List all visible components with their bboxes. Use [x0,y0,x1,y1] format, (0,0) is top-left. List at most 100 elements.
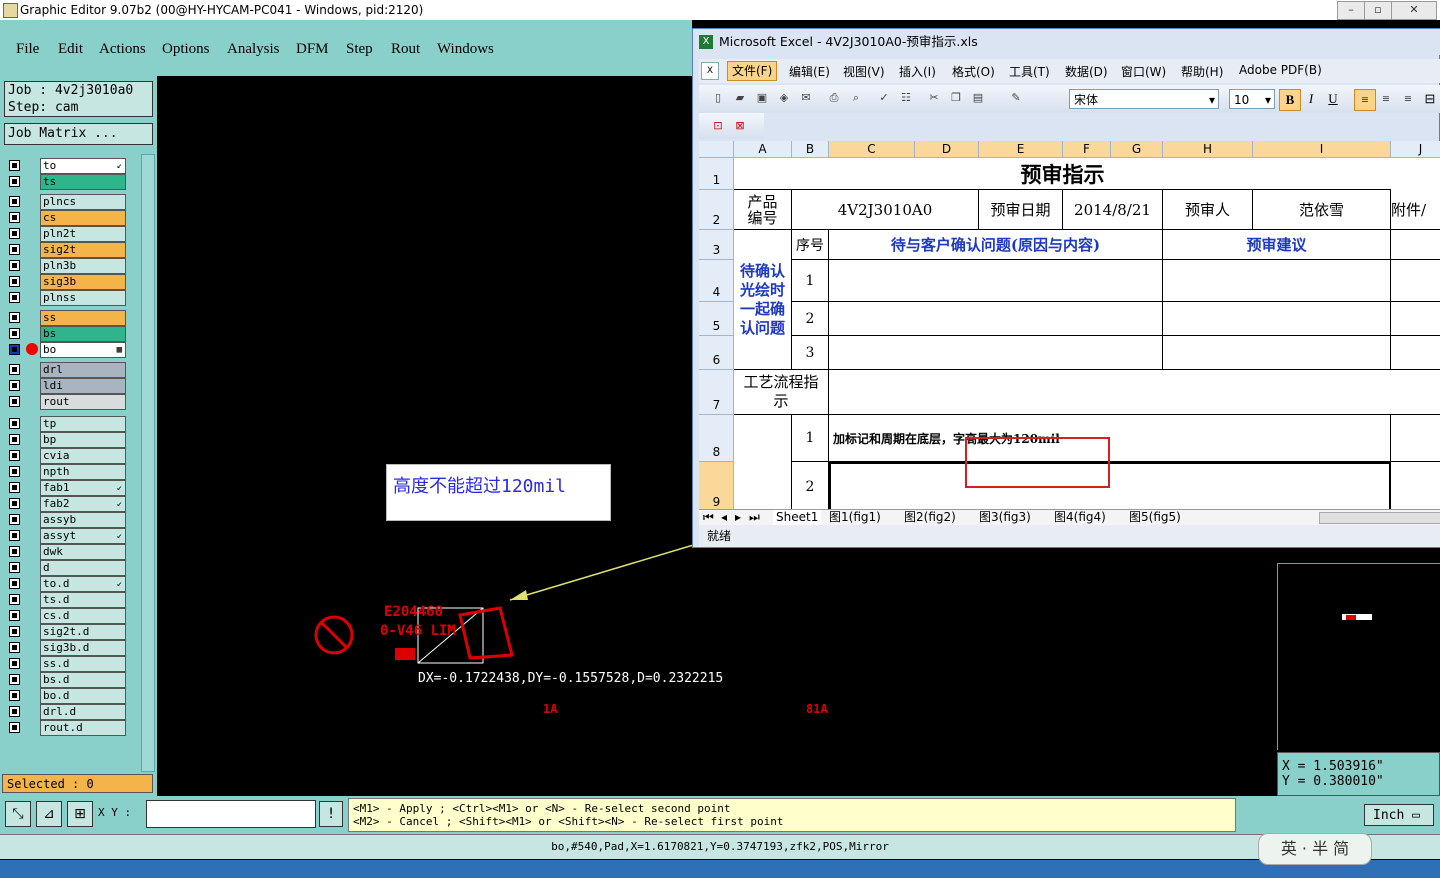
layer-scrollbar[interactable] [141,154,155,772]
research-icon[interactable]: ☷ [899,91,913,105]
cell-process-content[interactable] [829,370,1440,415]
layer-name[interactable]: bs [40,326,126,342]
layer-name[interactable]: ss.d [40,656,126,672]
layer-name[interactable]: assyb [40,512,126,528]
layer-name[interactable]: fab2 ↙ [40,496,126,512]
col-header-f[interactable]: F [1063,141,1111,158]
layer-checkbox[interactable] [9,482,20,493]
layer-name[interactable]: cs [40,210,126,226]
layer-name[interactable]: sig2t [40,242,126,258]
menu-windows[interactable]: Windows [437,41,494,58]
italic-button[interactable]: I [1301,89,1321,109]
new-icon[interactable]: ▯ [711,91,725,105]
menu-rout[interactable]: Rout [391,41,420,58]
layer-row-sig3b[interactable]: sig3b [4,274,128,290]
align-right-icon[interactable]: ≡ [1398,89,1418,109]
layer-row-ts-d[interactable]: ts.d [4,592,128,608]
tab-nav-prev-icon[interactable]: ◂ [721,510,727,525]
col-header-h[interactable]: H [1163,141,1253,158]
xy-input[interactable] [146,800,316,828]
layer-name[interactable]: drl [40,362,126,378]
layer-row-bp[interactable]: bp [4,432,128,448]
cell-j4[interactable] [1391,260,1440,302]
cell-seq-1[interactable]: 1 [792,260,829,302]
layer-checkbox[interactable] [9,706,20,717]
job-matrix-button[interactable]: Job Matrix ... [4,123,153,145]
cell-advice-2[interactable] [1163,302,1391,336]
cell-j8[interactable] [1391,415,1440,462]
xl-menu-insert[interactable]: 插入(I) [899,63,936,80]
minimize-button[interactable]: – [1337,1,1365,20]
sheet-title[interactable]: 预审指示 [734,158,1391,190]
email-icon[interactable]: ✉ [799,91,813,105]
cell-j9[interactable] [1391,462,1440,509]
xl-menu-help[interactable]: 帮助(H) [1181,63,1223,80]
tab-fig2[interactable]: 图2(fig2) [904,510,956,525]
layer-checkbox[interactable] [9,160,20,171]
layer-row-sig2t-d[interactable]: sig2t.d [4,624,128,640]
close-button[interactable]: ✕ [1391,1,1437,20]
copy-icon[interactable]: ❐ [949,91,963,105]
menu-analysis[interactable]: Analysis [227,41,280,58]
layer-name[interactable]: dwk [40,544,126,560]
cell-confirm-group[interactable]: 待确认光绘时一起确认问题 [734,230,792,370]
layer-name[interactable]: npth [40,464,126,480]
col-header-g[interactable]: G [1111,141,1163,158]
cell-issue-header[interactable]: 待与客户确认问题(原因与内容) [829,230,1163,260]
cut-icon[interactable]: ✂ [927,91,941,105]
row-header-1[interactable]: 1 [699,158,734,190]
layer-checkbox[interactable] [9,514,20,525]
print-icon[interactable]: ⎙ [827,91,841,105]
layer-name[interactable]: to ↙ [40,158,126,174]
layer-row-bo-d[interactable]: bo.d [4,688,128,704]
layer-checkbox[interactable] [9,722,20,733]
permission-icon[interactable]: ◈ [777,91,791,105]
cell-process-text-2[interactable] [829,462,1391,509]
measure-tool-icon[interactable]: ⊿ [36,801,62,827]
layer-row-drl[interactable]: drl [4,362,128,378]
xl-menu-adobe-pdf[interactable]: Adobe PDF(B) [1239,63,1322,77]
layer-name[interactable]: assyt ↙ [40,528,126,544]
layer-checkbox[interactable] [9,658,20,669]
cell-reviewer-label[interactable]: 预审人 [1163,190,1253,230]
cell-reviewer[interactable]: 范依雪 [1253,190,1391,230]
row-header-7[interactable]: 7 [699,370,734,415]
spelling-icon[interactable]: ✓ [877,91,891,105]
grid-snap-icon[interactable]: ⊞ [67,801,93,827]
align-left-icon[interactable]: ≡ [1354,89,1376,111]
layer-checkbox[interactable] [9,578,20,589]
warning-icon[interactable]: ! [319,801,343,827]
xl-menu-format[interactable]: 格式(O) [952,63,995,80]
layer-row-ss[interactable]: ss [4,310,128,326]
layer-name[interactable]: tp [40,416,126,432]
row-header-3[interactable]: 3 [699,230,734,260]
overview-map[interactable] [1277,563,1440,676]
tab-fig4[interactable]: 图4(fig4) [1054,510,1106,525]
layer-row-bo[interactable]: bo ▦ [4,342,128,358]
col-header-b[interactable]: B [792,141,829,158]
bold-button[interactable]: B [1279,89,1301,111]
xl-menu-file[interactable]: 文件(F) [727,61,778,81]
col-header-j[interactable]: J [1391,141,1440,158]
font-size-select[interactable]: 10 ▾ [1229,89,1275,109]
xl-menu-tools[interactable]: 工具(T) [1009,63,1050,80]
cell-seq-2[interactable]: 2 [792,302,829,336]
menu-options[interactable]: Options [162,41,210,58]
layer-checkbox[interactable] [9,276,20,287]
underline-button[interactable]: U [1323,89,1343,109]
row-header-4[interactable]: 4 [699,260,734,302]
layer-row-cvia[interactable]: cvia [4,448,128,464]
layer-name[interactable]: bs.d [40,672,126,688]
cell-j6[interactable] [1391,336,1440,370]
layer-name[interactable]: pln2t [40,226,126,242]
align-center-icon[interactable]: ≡ [1376,89,1396,109]
layer-name[interactable]: pln3b [40,258,126,274]
layer-row-assyt[interactable]: assyt ↙ [4,528,128,544]
layer-row-d[interactable]: d [4,560,128,576]
horizontal-scrollbar[interactable] [1319,512,1440,524]
layer-row-dwk[interactable]: dwk [4,544,128,560]
col-header-d[interactable]: D [915,141,979,158]
col-header-a[interactable]: A [734,141,792,158]
layer-row-pln3b[interactable]: pln3b [4,258,128,274]
layer-name[interactable]: drl.d [40,704,126,720]
